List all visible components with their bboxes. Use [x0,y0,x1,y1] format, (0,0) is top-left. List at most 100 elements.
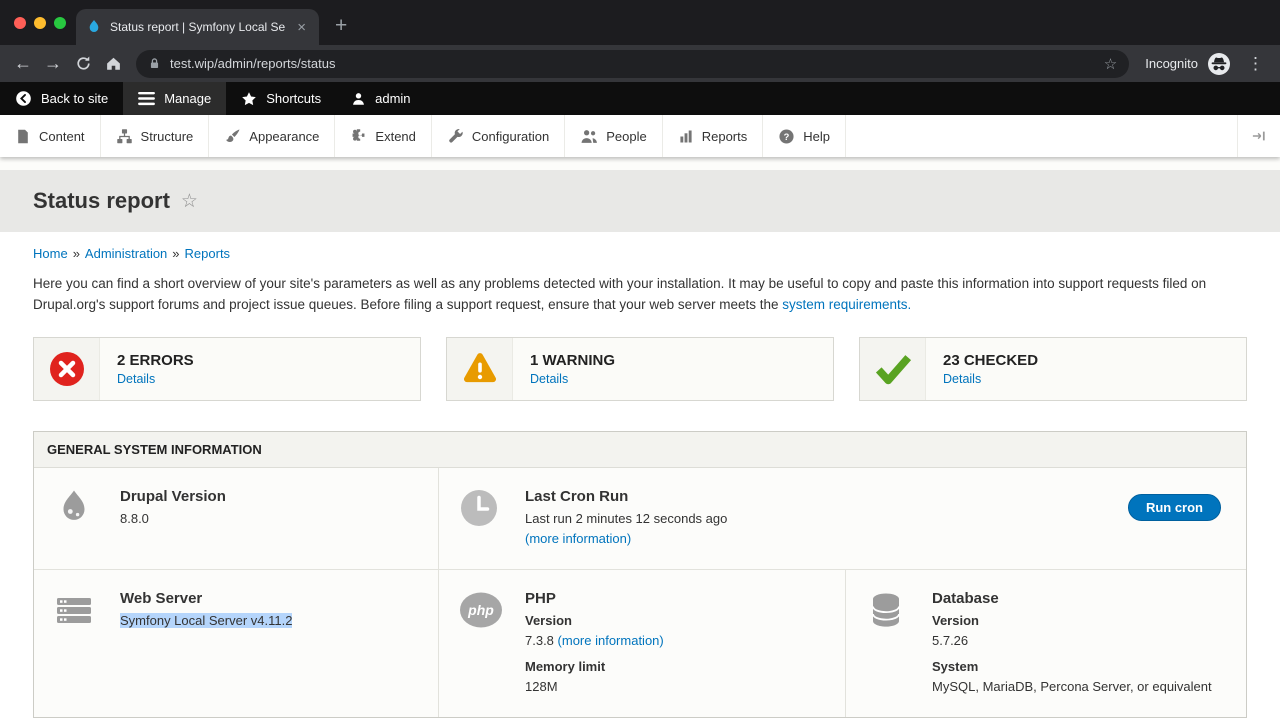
page-content: Home»Administration»Reports Here you can… [0,232,1280,720]
forward-icon[interactable]: → [38,49,68,79]
checked-card: 23 CHECKED Details [859,337,1247,401]
php-icon: php [459,590,503,697]
close-window-button[interactable] [14,17,26,29]
web-server-value-selected-text: Symfony Local Server v4.11.2 [120,613,292,628]
menu-item-content[interactable]: Content [0,115,101,157]
menu-item-people[interactable]: People [565,115,662,157]
database-version-label: Version [932,611,1212,631]
breadcrumb-administration-link[interactable]: Administration [85,246,167,261]
database-cell: Database Version 5.7.26 System MySQL, Ma… [846,570,1246,717]
incognito-indicator: Incognito [1145,52,1231,76]
address-bar[interactable]: test.wip/admin/reports/status ☆ [136,50,1129,78]
user-icon [351,91,366,107]
php-memory-limit-value: 128M [525,677,664,697]
manage-label: Manage [164,91,211,106]
run-cron-button[interactable]: Run cron [1128,494,1221,521]
warnings-card: 1 WARNING Details [446,337,834,401]
minimize-window-button[interactable] [34,17,46,29]
tray-orientation-toggle[interactable] [1237,115,1280,157]
system-requirements-link[interactable]: system requirements. [782,297,911,312]
database-title: Database [932,590,1212,607]
checked-details-link[interactable]: Details [943,372,1038,386]
menu-item-extend[interactable]: Extend [335,115,431,157]
warnings-details-link[interactable]: Details [530,372,615,386]
php-title: PHP [525,590,664,607]
admin-menu-tray: Content Structure Appearance Extend Conf… [0,115,1280,157]
checked-count: 23 CHECKED [943,352,1038,369]
menu-item-label: Structure [141,129,194,144]
database-version-value: 5.7.26 [932,631,1212,651]
new-tab-button[interactable]: + [335,14,347,38]
menu-item-help[interactable]: ? Help [763,115,846,157]
hamburger-icon [138,91,155,106]
last-cron-run-cell: Last Cron Run Last run 2 minutes 12 seco… [439,468,1246,569]
menu-item-label: Help [803,129,830,144]
extend-icon [350,128,367,145]
admin-user-button[interactable]: admin [336,82,425,115]
breadcrumb-separator: » [73,246,80,261]
configuration-icon [447,128,464,145]
zoom-window-button[interactable] [54,17,66,29]
reports-icon [678,128,694,145]
last-cron-run-value: Last run 2 minutes 12 seconds ago [525,509,727,529]
menu-item-reports[interactable]: Reports [663,115,764,157]
drupal-version-cell: Drupal Version 8.8.0 [34,468,439,569]
back-to-site-button[interactable]: Back to site [0,82,123,115]
php-cell: php PHP Version 7.3.8 (more information)… [439,570,846,717]
server-icon [54,590,98,697]
browser-menu-icon[interactable]: ⋮ [1239,54,1272,74]
back-icon[interactable]: ← [8,49,38,79]
url-text: test.wip/admin/reports/status [170,56,1104,71]
browser-tab[interactable]: Status report | Symfony Local Se × [76,9,319,45]
panel-row-2: Web Server Symfony Local Server v4.11.2 … [34,569,1246,717]
screen: Status report | Symfony Local Se × + ← →… [0,0,1280,720]
intro-text: Here you can find a short overview of yo… [33,276,1206,312]
drupal-favicon-icon [86,19,102,35]
bookmark-star-icon[interactable]: ☆ [1104,55,1117,73]
php-memory-limit-label: Memory limit [525,657,664,677]
cron-more-information-link[interactable]: (more information) [525,531,631,546]
menu-item-label: Content [39,129,85,144]
web-server-cell: Web Server Symfony Local Server v4.11.2 [34,570,439,717]
content-icon [15,128,31,145]
breadcrumb-home-link[interactable]: Home [33,246,68,261]
database-system-label: System [932,657,1212,677]
menu-item-label: Reports [702,129,748,144]
drupal-admin-toolbar: Back to site Manage Shortcuts admin [0,82,1280,115]
menu-item-label: Appearance [249,129,319,144]
breadcrumb: Home»Administration»Reports [33,246,1247,261]
errors-details-link[interactable]: Details [117,372,194,386]
manage-button[interactable]: Manage [123,82,226,115]
database-system-value: MySQL, MariaDB, Percona Server, or equiv… [932,677,1212,697]
reload-icon[interactable] [68,49,98,79]
menu-item-label: People [606,129,646,144]
warnings-count: 1 WARNING [530,352,615,369]
page-title: Status report [33,188,170,214]
warning-icon [447,338,513,400]
lock-icon [148,57,161,70]
php-more-information-link[interactable]: (more information) [558,633,664,648]
admin-user-label: admin [375,91,410,106]
menu-item-structure[interactable]: Structure [101,115,210,157]
database-icon [866,590,910,697]
drupal-logo-icon [54,488,98,549]
shortcuts-button[interactable]: Shortcuts [226,82,336,115]
collapse-arrow-icon [1251,129,1267,143]
people-icon [580,128,598,145]
svg-text:php: php [467,602,494,618]
browser-tab-strip: Status report | Symfony Local Se × + [0,0,1280,45]
shortcut-toggle-star-icon[interactable]: ☆ [181,190,198,213]
php-version-value: 7.3.8 [525,633,558,648]
shortcuts-star-icon [241,91,257,107]
menu-item-label: Extend [375,129,415,144]
general-system-information-panel: GENERAL SYSTEM INFORMATION Drupal Versio… [33,431,1247,718]
menu-item-appearance[interactable]: Appearance [209,115,335,157]
home-icon[interactable] [98,49,128,79]
breadcrumb-reports-link[interactable]: Reports [185,246,231,261]
drupal-version-title: Drupal Version [120,488,226,505]
web-server-title: Web Server [120,590,292,607]
menu-item-configuration[interactable]: Configuration [432,115,565,157]
close-tab-icon[interactable]: × [294,18,309,37]
window-controls [14,17,66,29]
svg-text:?: ? [784,131,790,141]
